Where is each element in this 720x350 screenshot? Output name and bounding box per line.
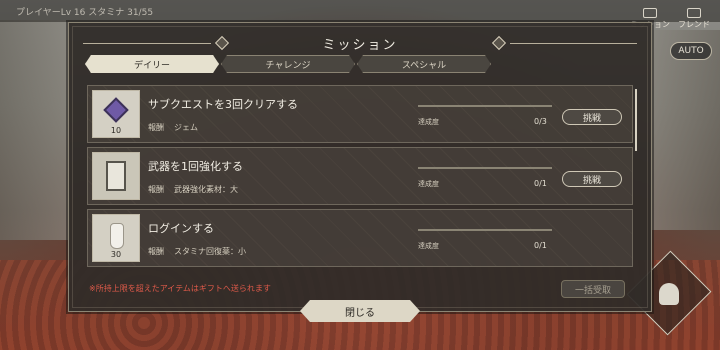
reward-label: 報酬 bbox=[148, 123, 164, 132]
challenge-button[interactable]: 挑戦 bbox=[562, 171, 622, 187]
mission-title: サブクエストを3回クリアする bbox=[148, 98, 298, 111]
mission-title: 武器を1回強化する bbox=[148, 160, 243, 173]
reward-label: 報酬 bbox=[148, 185, 164, 194]
scrollbar[interactable] bbox=[635, 89, 637, 151]
item-count: 30 bbox=[110, 250, 122, 259]
mission-reward: 報酬 スタミナ回復薬：小 bbox=[148, 246, 256, 257]
ornament-icon bbox=[491, 35, 506, 51]
progress-bar bbox=[418, 229, 552, 231]
reward-label: 報酬 bbox=[148, 247, 164, 256]
bulk-receive-button[interactable]: 一括受取 bbox=[561, 280, 625, 298]
mission-title: ログインする bbox=[148, 222, 214, 235]
background-pillar-right bbox=[650, 30, 720, 230]
mission-row: 30 ログインする 報酬 スタミナ回復薬：小 達成度 0/1 bbox=[87, 209, 633, 267]
background-pillar-left bbox=[0, 20, 70, 240]
mission-row: 10 サブクエストを3回クリアする 報酬 ジェム 達成度 0/3 挑戦 bbox=[87, 85, 633, 143]
progress-label: 達成度 bbox=[418, 118, 439, 126]
overflow-notice: ※所持上限を超えたアイテムはギフトへ送られます bbox=[89, 284, 271, 293]
challenge-button[interactable]: 挑戦 bbox=[562, 109, 622, 125]
progress-label: 達成度 bbox=[418, 180, 439, 188]
mission-list[interactable]: 10 サブクエストを3回クリアする 報酬 ジェム 達成度 0/3 挑戦 武器を1回… bbox=[87, 85, 637, 271]
gem-icon bbox=[103, 97, 129, 123]
player-status: プレイヤーLv 16 スタミナ 31/55 bbox=[16, 8, 154, 18]
modal-title: ミッション bbox=[322, 37, 398, 53]
mission-icon bbox=[643, 8, 657, 18]
progress-value: 0/1 bbox=[534, 241, 547, 250]
top-hud: プレイヤーLv 16 スタミナ 31/55 ミッション フレンド bbox=[0, 0, 720, 29]
progress-label: 達成度 bbox=[418, 242, 439, 250]
nav-friend-label: フレンド bbox=[678, 20, 710, 29]
ornament-icon bbox=[214, 35, 229, 51]
reward-item-thumb: 10 bbox=[92, 90, 140, 138]
mission-modal: ミッション デイリー チャレンジ スペシャル 10 サブクエストを3回クリアする… bbox=[68, 22, 652, 312]
weapon-material-icon bbox=[106, 161, 126, 191]
title-divider-left bbox=[83, 42, 211, 44]
progress-value: 0/3 bbox=[534, 117, 547, 126]
mission-row: 武器を1回強化する 報酬 武器強化素材：大 達成度 0/1 挑戦 bbox=[87, 147, 633, 205]
friend-icon bbox=[687, 8, 701, 18]
auto-button[interactable]: AUTO bbox=[670, 42, 712, 60]
progress-value: 0/1 bbox=[534, 179, 547, 188]
mission-reward: 報酬 ジェム bbox=[148, 122, 208, 133]
mission-reward: 報酬 武器強化素材：大 bbox=[148, 184, 248, 195]
nav-friend[interactable]: フレンド bbox=[678, 8, 710, 30]
title-row: ミッション bbox=[83, 31, 638, 55]
reward-value: スタミナ回復薬：小 bbox=[174, 247, 246, 256]
progress-bar bbox=[418, 167, 552, 169]
item-count: 10 bbox=[110, 126, 122, 135]
mascot-icon bbox=[659, 283, 679, 305]
tab-challenge[interactable]: チャレンジ bbox=[221, 55, 355, 73]
tab-daily[interactable]: デイリー bbox=[85, 55, 219, 73]
tab-special[interactable]: スペシャル bbox=[357, 55, 491, 73]
reward-value: 武器強化素材：大 bbox=[174, 185, 238, 194]
mission-tabs: デイリー チャレンジ スペシャル bbox=[85, 55, 491, 73]
reward-item-thumb bbox=[92, 152, 140, 200]
reward-value: ジェム bbox=[174, 123, 198, 132]
close-button[interactable]: 閉じる bbox=[300, 300, 420, 322]
progress-bar bbox=[418, 105, 552, 107]
stamina-potion-icon bbox=[110, 223, 124, 249]
reward-item-thumb: 30 bbox=[92, 214, 140, 262]
title-divider-right bbox=[509, 42, 638, 44]
